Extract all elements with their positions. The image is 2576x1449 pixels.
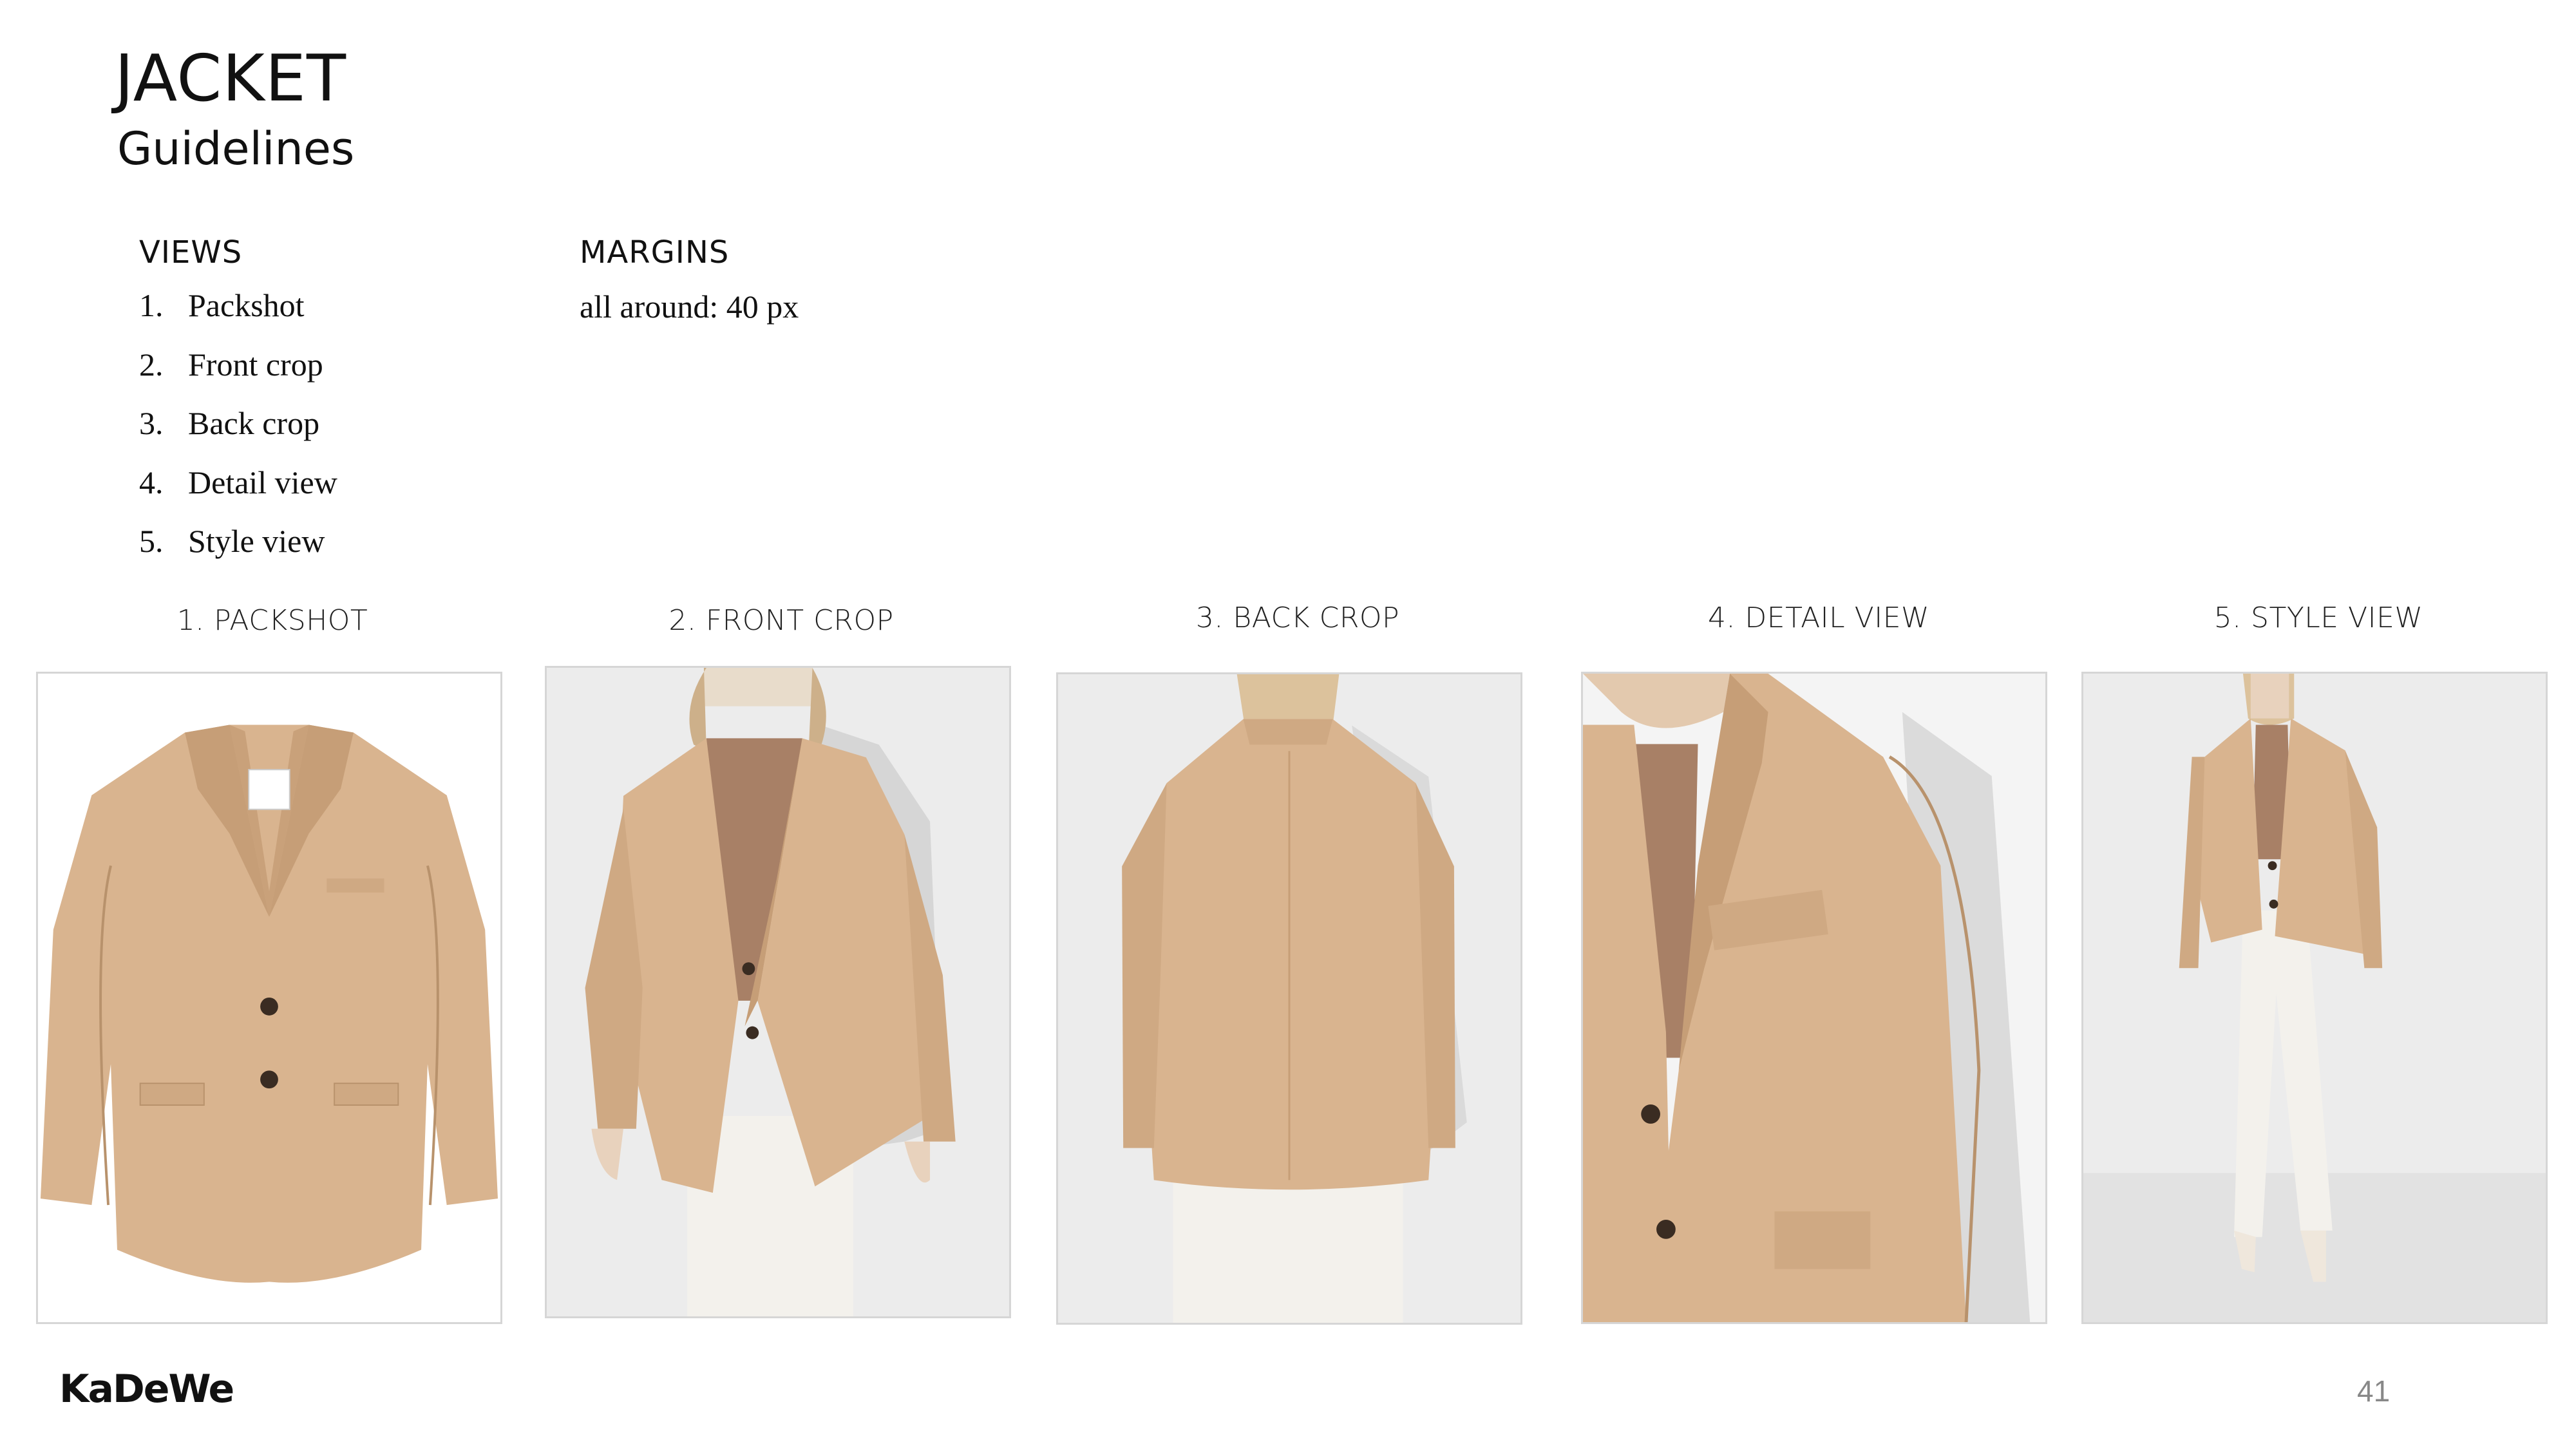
margins-heading: MARGINS: [580, 234, 730, 270]
list-item: 3. Back crop: [139, 405, 320, 441]
detail-view-image: [1581, 672, 2047, 1324]
caption-front-crop: 2. FRONT CROP: [668, 604, 894, 637]
page-title: JACKET: [115, 41, 347, 116]
list-item: 5. Style view: [139, 523, 325, 559]
caption-detail-view: 4. DETAIL VIEW: [1707, 601, 1930, 634]
list-item: 1. Packshot: [139, 287, 305, 323]
margins-value: all around: 40 px: [580, 289, 799, 325]
packshot-image: [36, 672, 502, 1324]
view-label: Detail view: [188, 464, 337, 500]
view-label: Style view: [188, 523, 325, 559]
view-label: Back crop: [188, 405, 320, 441]
page-number: 41: [2357, 1374, 2391, 1408]
views-list: 1. Packshot 2. Front crop 3. Back crop 4. De…: [139, 287, 337, 582]
view-label: Front crop: [188, 346, 323, 383]
caption-packshot: 1. PACKSHOT: [176, 604, 368, 637]
list-item: 2. Front crop: [139, 346, 323, 383]
kadewe-logo: KaDeWe: [59, 1367, 234, 1412]
caption-style-view: 5. STYLE VIEW: [2213, 601, 2423, 634]
views-heading: VIEWS: [139, 234, 243, 270]
caption-back-crop: 3. BACK CROP: [1195, 601, 1400, 634]
style-view-image: [2081, 672, 2548, 1324]
list-item: 4. Detail view: [139, 464, 337, 500]
front-crop-image: [545, 666, 1011, 1318]
back-crop-image: [1056, 672, 1522, 1325]
page-subtitle: Guidelines: [117, 122, 355, 175]
view-label: Packshot: [188, 287, 305, 323]
